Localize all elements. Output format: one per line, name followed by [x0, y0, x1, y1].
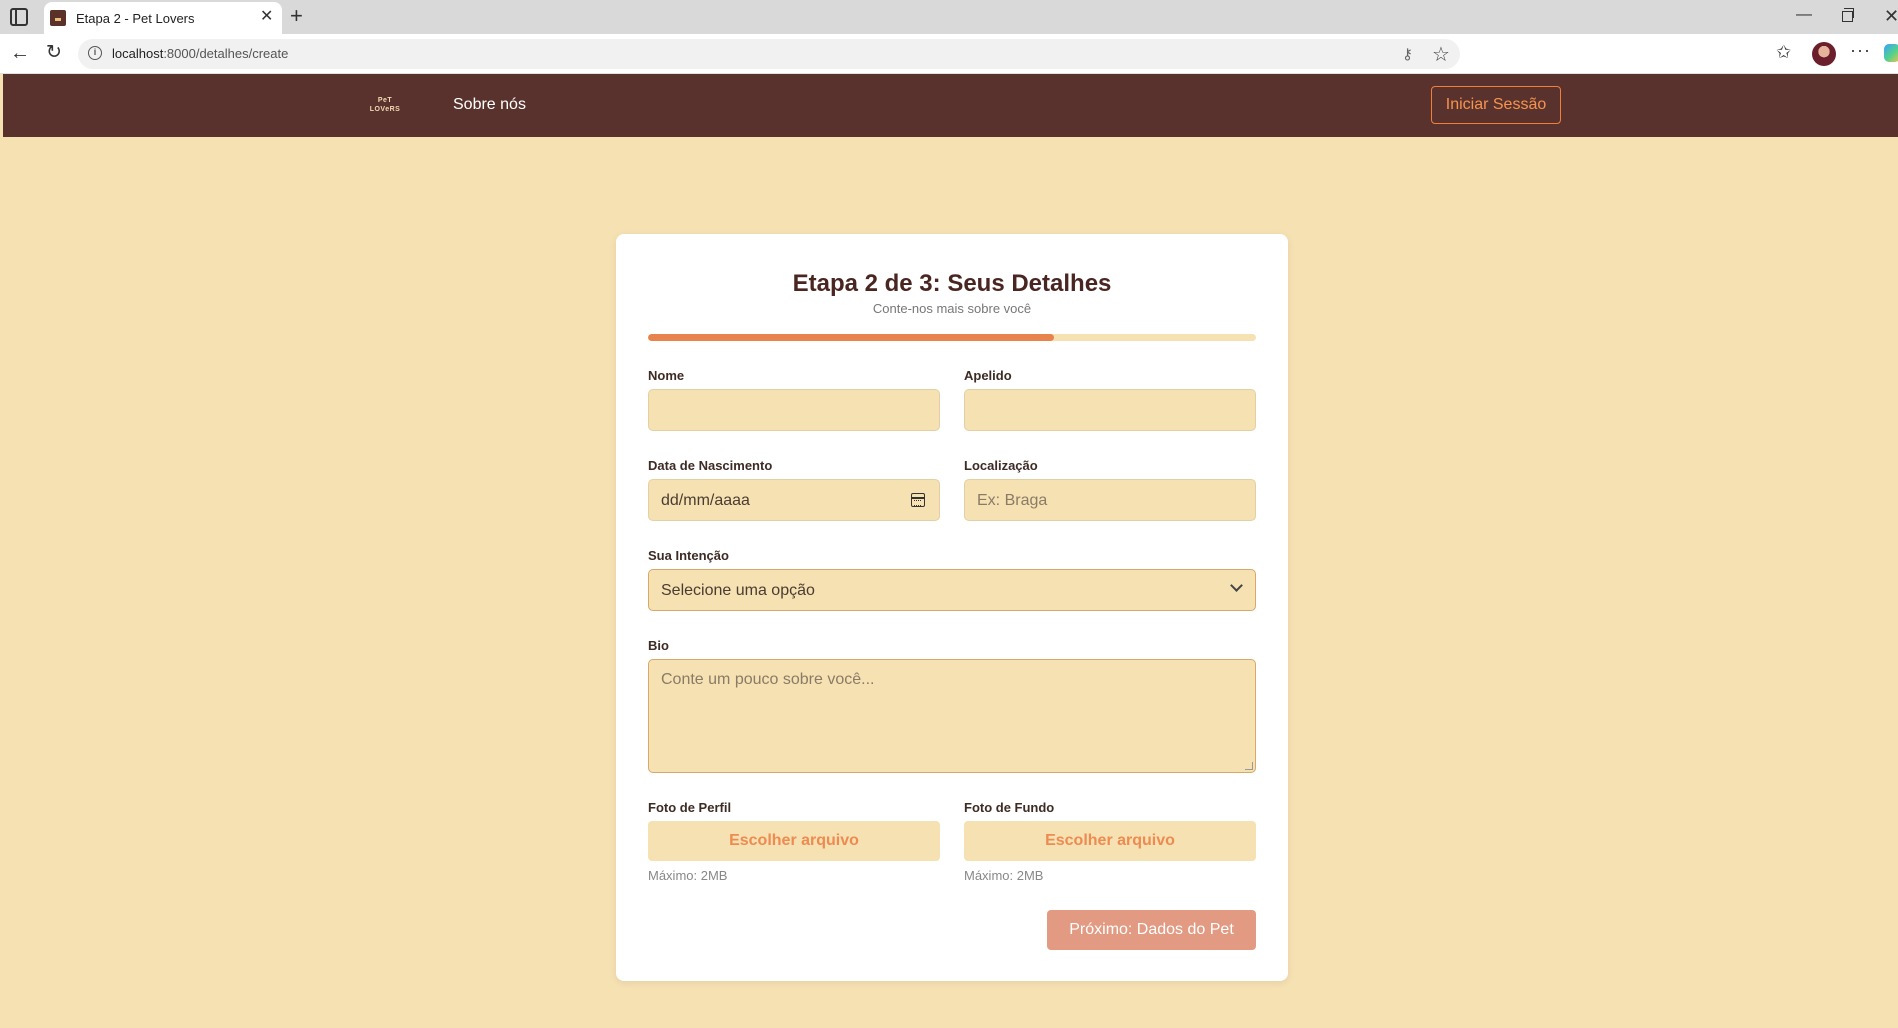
- window-close-button[interactable]: ✕: [1884, 6, 1898, 26]
- window-minimize-button[interactable]: —: [1796, 6, 1812, 24]
- url-text[interactable]: localhost:8000/detalhes/create: [112, 46, 288, 61]
- browser-toolbar: ← ↻ i localhost:8000/detalhes/create ⚷ ☆…: [0, 34, 1898, 74]
- bio-placeholder: Conte um pouco sobre você...: [661, 671, 875, 688]
- tab-actions-icon[interactable]: [10, 8, 28, 26]
- browser-tab[interactable]: Etapa 2 - Pet Lovers ✕: [44, 2, 282, 34]
- reload-icon[interactable]: ↻: [46, 42, 62, 64]
- favicon-icon: [50, 10, 66, 26]
- url-host: localhost: [112, 46, 164, 61]
- tab-close-icon[interactable]: ✕: [260, 8, 273, 26]
- url-path: :8000/detalhes/create: [163, 46, 289, 61]
- intent-select[interactable]: Selecione uma opção: [648, 569, 1256, 611]
- progress-bar-fill: [648, 334, 1054, 341]
- back-arrow-icon[interactable]: ←: [10, 42, 30, 64]
- new-tab-button[interactable]: +: [290, 4, 303, 28]
- profile-photo-hint: Máximo: 2MB: [648, 868, 728, 883]
- window-restore-button[interactable]: [1842, 8, 1854, 22]
- intent-label: Sua Intenção: [648, 548, 729, 563]
- resize-grip-icon[interactable]: [1245, 762, 1253, 770]
- cover-photo-hint: Máximo: 2MB: [964, 868, 1044, 883]
- tab-title: Etapa 2 - Pet Lovers: [76, 11, 195, 26]
- details-form-card: Etapa 2 de 3: Seus Detalhes Conte-nos ma…: [616, 234, 1288, 981]
- site-logo[interactable]: PeT LOVeRS: [365, 96, 405, 114]
- site-header: PeT LOVeRS Sobre nós Iniciar Sessão: [3, 74, 1898, 137]
- last-name-input[interactable]: [964, 389, 1256, 431]
- bio-textarea[interactable]: Conte um pouco sobre você...: [648, 659, 1256, 773]
- favorites-list-icon[interactable]: ✩: [1776, 42, 1791, 63]
- cover-photo-button[interactable]: Escolher arquivo: [964, 821, 1256, 861]
- favorite-star-icon[interactable]: ☆: [1432, 42, 1450, 67]
- copilot-icon[interactable]: [1884, 44, 1898, 62]
- birthdate-input[interactable]: dd/mm/aaaa: [648, 479, 940, 521]
- form-subtitle: Conte-nos mais sobre você: [872, 301, 1032, 316]
- location-placeholder: Ex: Braga: [977, 492, 1048, 509]
- progress-bar: [648, 334, 1256, 341]
- chevron-down-icon: [1230, 579, 1243, 592]
- logo-line-2: LOVeRS: [369, 106, 401, 113]
- location-label: Localização: [964, 458, 1038, 473]
- calendar-icon[interactable]: [911, 493, 925, 507]
- birthdate-label: Data de Nascimento: [648, 458, 773, 473]
- address-bar[interactable]: i localhost:8000/detalhes/create ⚷ ☆: [78, 39, 1460, 69]
- location-input[interactable]: Ex: Braga: [964, 479, 1256, 521]
- site-info-icon[interactable]: i: [88, 46, 102, 60]
- birthdate-placeholder: dd/mm/aaaa: [661, 492, 750, 509]
- bio-label: Bio: [648, 638, 669, 653]
- more-options-icon[interactable]: ···: [1850, 40, 1871, 61]
- browser-tabstrip: Etapa 2 - Pet Lovers ✕ + — ✕: [0, 0, 1898, 34]
- profile-photo-label: Foto de Perfil: [648, 800, 732, 815]
- first-name-input[interactable]: [648, 389, 940, 431]
- form-title: Etapa 2 de 3: Seus Detalhes: [792, 270, 1112, 297]
- next-step-button[interactable]: Próximo: Dados do Pet: [1047, 910, 1256, 950]
- logo-line-1: PeT: [377, 97, 393, 104]
- first-name-label: Nome: [648, 368, 685, 383]
- last-name-label: Apelido: [964, 368, 1012, 383]
- intent-selected-value: Selecione uma opção: [661, 582, 815, 599]
- password-key-icon[interactable]: ⚷: [1402, 45, 1413, 63]
- profile-photo-button[interactable]: Escolher arquivo: [648, 821, 940, 861]
- cover-photo-label: Foto de Fundo: [964, 800, 1055, 815]
- profile-avatar[interactable]: [1812, 42, 1836, 66]
- nav-link-about[interactable]: Sobre nós: [453, 96, 526, 114]
- login-button[interactable]: Iniciar Sessão: [1431, 86, 1561, 124]
